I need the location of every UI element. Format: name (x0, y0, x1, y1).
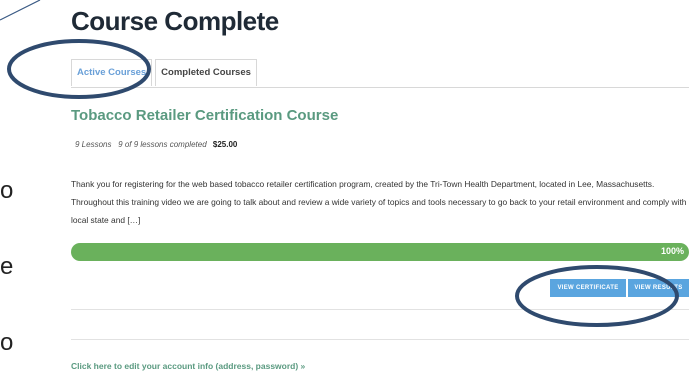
divider (71, 309, 689, 310)
lessons-completed: 9 of 9 lessons completed (118, 140, 207, 149)
edit-account-link[interactable]: Click here to edit your account info (ad… (71, 361, 305, 371)
tab-completed-courses[interactable]: Completed Courses (155, 59, 257, 86)
tabs-divider (71, 87, 689, 88)
divider (71, 339, 689, 340)
course-description: Thank you for registering for the web ba… (71, 179, 687, 225)
side-text-char: o (0, 177, 14, 204)
course-price: $25.00 (212, 140, 238, 149)
lesson-count: 9 Lessons (75, 140, 112, 149)
course-tabs: Active Courses Completed Courses (71, 59, 257, 87)
progress-bar: 100% (71, 243, 689, 261)
tab-active-courses[interactable]: Active Courses (71, 59, 153, 86)
view-results-button[interactable]: VIEW RESULTS (628, 279, 689, 297)
course-title[interactable]: Tobacco Retailer Certification Course (71, 107, 338, 124)
side-text-char: o (0, 329, 14, 356)
view-certificate-button[interactable]: VIEW CERTIFICATE (550, 279, 626, 297)
page-title: Course Complete (71, 6, 279, 36)
progress-label: 100% (660, 246, 684, 256)
course-meta: 9 Lessons 9 of 9 lessons completed $25.0… (75, 140, 237, 149)
side-text-char: e (0, 253, 14, 280)
decorative-diagonal-line (0, 0, 41, 21)
